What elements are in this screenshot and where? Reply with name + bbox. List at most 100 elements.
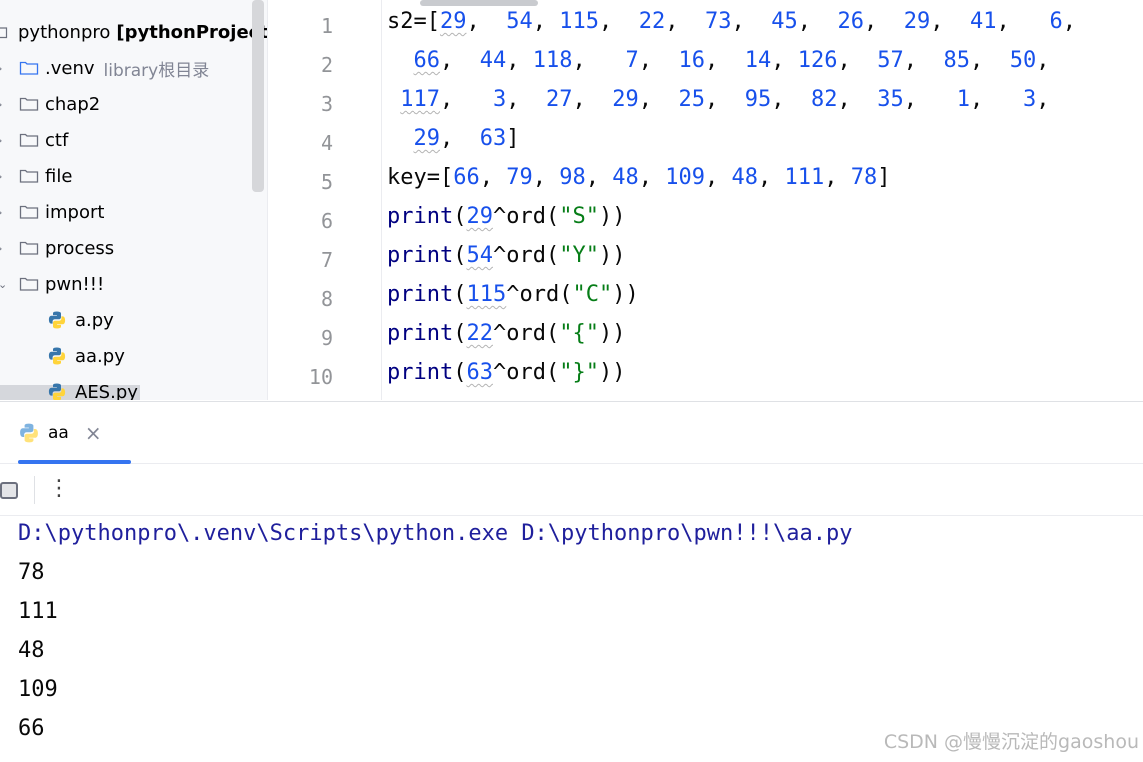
code-token: , xyxy=(638,48,679,73)
python-file-icon xyxy=(47,382,67,400)
number-literal: 79 xyxy=(506,165,533,190)
number-literal: 115 xyxy=(466,282,507,307)
tree-root[interactable]: pythonpro [pythonProject4] xyxy=(0,15,267,49)
tree-item-label: file xyxy=(45,165,73,187)
code-token: , xyxy=(638,87,679,112)
python-run-icon xyxy=(18,422,40,444)
builtin-function: print xyxy=(387,204,454,229)
number-literal: 63 xyxy=(466,360,493,385)
code-token: ] xyxy=(877,165,891,190)
code-token: , xyxy=(440,48,480,73)
code-editor[interactable]: 1 2 3 4 5 6 7 8 9 10 s2=[29, 54, 115, 22, 73, 45,… xyxy=(268,0,1143,400)
tree-item-pwn[interactable]: ⌄ pwn!!! xyxy=(0,267,104,301)
code-token: , xyxy=(903,87,957,112)
close-icon[interactable]: × xyxy=(85,421,102,445)
project-tree: pythonpro [pythonProject4] › .venv libra… xyxy=(0,0,268,400)
tree-scrollbar[interactable] xyxy=(252,0,264,192)
number-literal: 35 xyxy=(877,87,904,112)
line-number: 3 xyxy=(320,92,333,116)
run-toolbar: ⋮ xyxy=(0,464,1143,516)
builtin-function: print xyxy=(387,243,454,268)
tree-item-aes-py[interactable]: AES.py xyxy=(0,375,138,400)
code-token: , xyxy=(930,9,970,34)
number-literal: 29 xyxy=(612,87,639,112)
tree-item-import[interactable]: › import xyxy=(0,195,104,229)
line-number: 10 xyxy=(308,365,333,389)
number-literal: 66 xyxy=(413,48,441,73)
code-token: )) xyxy=(598,360,626,385)
tree-item-file[interactable]: › file xyxy=(0,159,72,193)
folder-icon xyxy=(19,240,39,256)
code-token: , xyxy=(440,87,493,112)
folder-icon xyxy=(19,132,39,148)
string-literal: "{" xyxy=(559,321,599,346)
code-line[interactable]: 66, 44, 118, 7, 16, 14, 126, 57, 85, 50, xyxy=(387,48,1050,73)
code-token: , xyxy=(903,48,944,73)
number-literal: 118 xyxy=(532,48,573,73)
code-token: ^ord( xyxy=(492,243,560,268)
chevron-right-icon[interactable]: › xyxy=(0,62,2,75)
run-tool-window: aa × ⋮ D:\pythonpro\.venv\Scripts\python… xyxy=(0,401,1143,762)
code-line[interactable]: key=[66, 79, 98, 48, 109, 48, 111, 78] xyxy=(387,165,890,190)
chevron-right-icon[interactable]: › xyxy=(0,134,2,147)
code-token: , xyxy=(532,9,560,34)
number-literal: 73 xyxy=(704,9,732,34)
tree-item-aa-py[interactable]: aa.py xyxy=(0,339,125,373)
tree-item-label: chap2 xyxy=(45,93,101,115)
code-token: ( xyxy=(453,360,467,385)
number-literal: 111 xyxy=(784,165,825,190)
more-options-icon[interactable]: ⋮ xyxy=(48,476,70,504)
tree-item-a-py[interactable]: a.py xyxy=(0,303,114,337)
code-token: key=[ xyxy=(387,165,454,190)
line-number: 1 xyxy=(320,14,333,38)
code-line[interactable]: print(29^ord("S")) xyxy=(387,204,625,229)
code-line[interactable]: print(63^ord("}")) xyxy=(387,360,625,385)
code-line[interactable]: 29, 63] xyxy=(387,126,520,151)
tree-item-chap2[interactable]: › chap2 xyxy=(0,87,100,121)
code-line[interactable]: 117, 3, 27, 29, 25, 95, 82, 35, 1, 3, xyxy=(387,87,1049,112)
code-token: , xyxy=(532,165,560,190)
watermark: CSDN @慢慢沉淀的gaoshou xyxy=(883,731,1139,753)
chevron-right-icon[interactable]: › xyxy=(0,206,2,219)
code-line[interactable]: s2=[29, 54, 115, 22, 73, 45, 26, 29, 41,… xyxy=(387,9,1076,34)
tree-item-label: import xyxy=(45,201,105,223)
string-literal: "S" xyxy=(559,204,599,229)
code-token: , xyxy=(704,87,745,112)
chevron-right-icon[interactable]: › xyxy=(0,98,2,111)
number-literal: 78 xyxy=(850,165,878,190)
builtin-function: print xyxy=(387,321,454,346)
folder-icon xyxy=(19,60,39,76)
tree-item-venv[interactable]: › .venv library根目录 xyxy=(0,51,209,85)
tree-item-process[interactable]: › process xyxy=(0,231,114,265)
code-token: ( xyxy=(453,204,467,229)
code-token: , xyxy=(598,9,639,34)
folder-icon xyxy=(0,24,12,40)
code-token: ( xyxy=(453,282,467,307)
editor-horizontal-scrollbar[interactable] xyxy=(420,0,538,6)
code-token: ] xyxy=(506,126,520,151)
chevron-down-icon[interactable]: ⌄ xyxy=(0,278,7,291)
tree-item-hint: library根目录 xyxy=(103,60,210,81)
number-literal: 3 xyxy=(492,87,507,112)
code-line[interactable]: print(54^ord("Y")) xyxy=(387,243,625,268)
tree-item-ctf[interactable]: › ctf xyxy=(0,123,68,157)
tree-item-label: .venv xyxy=(45,57,95,79)
code-line[interactable]: print(22^ord("{")) xyxy=(387,321,625,346)
stop-button[interactable] xyxy=(0,482,18,499)
chevron-right-icon[interactable]: › xyxy=(0,242,2,255)
chevron-right-icon[interactable]: › xyxy=(0,170,2,183)
number-literal: 22 xyxy=(638,9,666,34)
code-line[interactable]: print(115^ord("C")) xyxy=(387,282,639,307)
number-literal: 27 xyxy=(545,87,573,112)
run-tab-aa[interactable]: aa × xyxy=(18,402,131,464)
string-literal: "Y" xyxy=(559,243,599,268)
number-literal: 109 xyxy=(665,165,705,190)
code-token: s2=[ xyxy=(387,9,440,34)
number-literal: 29 xyxy=(413,126,441,151)
tree-item-label: aa.py xyxy=(75,345,125,367)
number-literal: 98 xyxy=(559,165,586,190)
code-token: , xyxy=(704,165,732,190)
run-tab-label: aa xyxy=(48,423,69,443)
code-token: )) xyxy=(598,204,626,229)
